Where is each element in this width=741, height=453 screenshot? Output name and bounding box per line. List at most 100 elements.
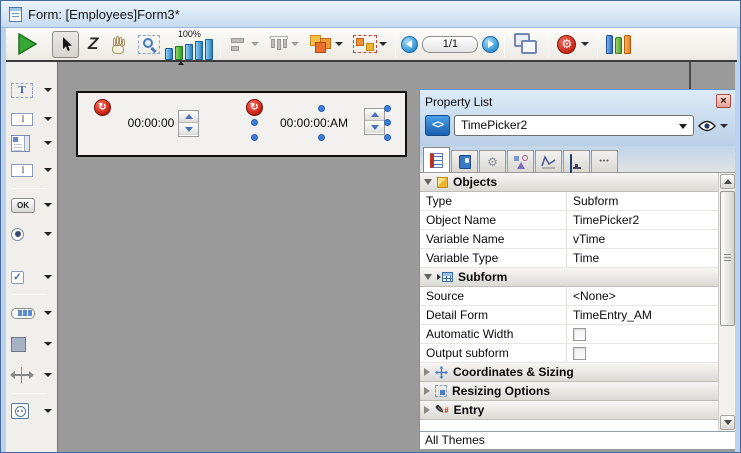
timepicker2-value[interactable]: 00:00:00:AM [266,116,362,130]
scroll-down-button[interactable] [720,415,735,430]
themes-status-bar[interactable]: All Themes [420,431,735,449]
chevron-down-icon[interactable] [44,88,52,92]
tab-objects[interactable] [507,150,534,172]
select-tool-button[interactable] [52,31,79,58]
splitter-tool[interactable] [9,364,54,386]
tab-settings[interactable]: ⚙ [479,150,506,172]
section-header-subform[interactable]: Subform [420,268,718,287]
objects-section-icon [437,177,448,188]
property-scrollbar[interactable] [718,173,735,431]
tab-order-tool-button[interactable]: Z [85,30,101,58]
pan-tool-button[interactable] [105,30,131,58]
window-title: Form: [Employees]Form3* [28,7,180,22]
property-row-type[interactable]: Type Subform [420,192,718,211]
output-subform-checkbox[interactable] [573,347,586,360]
section-header-entry[interactable]: ✎# Entry [420,401,718,420]
checkbox-tool-icon: ✓ [11,271,24,284]
chevron-down-icon[interactable] [44,117,52,121]
expander-closed-icon[interactable] [424,406,430,414]
selection-handle[interactable] [318,134,325,141]
tab-appearance[interactable] [451,150,478,172]
selection-handle[interactable] [384,105,391,112]
timepicker1-stepper[interactable] [178,110,199,137]
automatic-width-checkbox[interactable] [573,328,586,341]
view-options-button[interactable] [698,120,730,132]
expander-closed-icon[interactable] [424,387,430,395]
property-list-tab-icon [430,153,443,168]
zoom-bars-icon[interactable] [165,39,213,60]
palette-separator [12,188,46,189]
tab-display[interactable] [563,150,590,172]
progress-indicator-tool[interactable] [9,302,54,324]
scrollbar-thumb[interactable] [720,191,735,326]
input-tool[interactable]: I [9,108,54,130]
rows-filler [420,420,718,431]
combobox-tool[interactable]: I [9,159,54,181]
property-row-variable-name[interactable]: Variable Name vTime [420,230,718,249]
property-row-automatic-width[interactable]: Automatic Width [420,325,718,344]
checkbox-tool[interactable]: ✓ [9,266,54,288]
timepicker1-value[interactable]: 00:00:00 [116,116,186,130]
listbox-tool[interactable] [9,132,54,154]
app-window: Form: [Employees]Form3* Z [0,0,741,453]
rectangle-tool[interactable] [9,333,54,355]
subform-badge-icon[interactable]: ↻ [246,99,263,116]
zoom-tool-button[interactable] [135,30,163,58]
chevron-down-icon[interactable] [44,275,52,279]
selection-handle[interactable] [251,134,258,141]
selection-handle[interactable] [318,105,325,112]
chevron-down-icon[interactable] [44,311,52,315]
property-row-object-name[interactable]: Object Name TimePicker2 [420,211,718,230]
section-label: Entry [454,403,485,417]
zoom-level-control[interactable]: 100% [165,29,213,60]
property-row-detail-form[interactable]: Detail Form TimeEntry_AM [420,306,718,325]
previous-page-button[interactable] [401,36,418,53]
section-header-resizing-options[interactable]: Resizing Options [420,382,718,401]
library-button[interactable] [603,30,634,58]
text-tool[interactable]: T [9,79,54,101]
next-page-button[interactable] [482,36,499,53]
tab-events[interactable] [535,150,562,172]
button-tool[interactable]: OK [9,194,54,216]
section-header-objects[interactable]: Objects [420,173,718,192]
object-selector-dropdown[interactable]: TimePicker2 [454,115,694,136]
chevron-down-icon[interactable] [44,232,52,236]
chevron-down-icon[interactable] [44,168,52,172]
form-area[interactable]: ↻ 00:00:00 ↻ 00:00:00:AM [76,91,407,157]
subform-badge-icon[interactable]: ↻ [94,99,111,116]
expander-closed-icon[interactable] [424,368,430,376]
run-form-button[interactable] [12,30,42,58]
gear-icon: ⚙ [557,35,576,54]
tab-more[interactable]: ••• [591,150,618,172]
scroll-up-button[interactable] [720,174,735,189]
property-row-output-subform[interactable]: Output subform [420,344,718,363]
distribute-icon [269,35,289,53]
property-row-source[interactable]: Source <None> [420,287,718,306]
window-titlebar[interactable]: Form: [Employees]Form3* [1,1,741,28]
selection-handle[interactable] [251,119,258,126]
eye-icon [698,120,716,132]
close-button[interactable]: × [716,94,731,108]
radio-button-tool[interactable] [9,223,54,245]
chevron-down-icon[interactable] [44,141,52,145]
selection-handle[interactable] [384,134,391,141]
expander-open-icon[interactable] [424,274,432,280]
chevron-down-icon[interactable] [44,409,52,413]
group-objects-button[interactable] [350,30,390,58]
distribute-objects-button-disabled [266,30,302,58]
section-header-coordinates-sizing[interactable]: Coordinates & Sizing [420,363,718,382]
chevron-down-icon[interactable] [44,373,52,377]
selection-handle[interactable] [384,119,391,126]
move-level-button[interactable] [306,30,346,58]
plugin-area-tool[interactable] [9,400,54,422]
display-pages-button[interactable] [510,30,543,58]
edit-code-button[interactable]: <> [425,115,450,136]
chevron-down-icon[interactable] [44,342,52,346]
form-canvas[interactable]: ↻ 00:00:00 ↻ 00:00:00:AM [58,62,737,453]
form-properties-button[interactable]: ⚙ [554,30,592,58]
tab-property-list[interactable] [423,147,450,172]
expander-open-icon[interactable] [424,179,432,185]
timepicker2-stepper[interactable] [364,108,385,135]
chevron-down-icon[interactable] [44,203,52,207]
property-row-variable-type[interactable]: Variable Type Time [420,249,718,268]
